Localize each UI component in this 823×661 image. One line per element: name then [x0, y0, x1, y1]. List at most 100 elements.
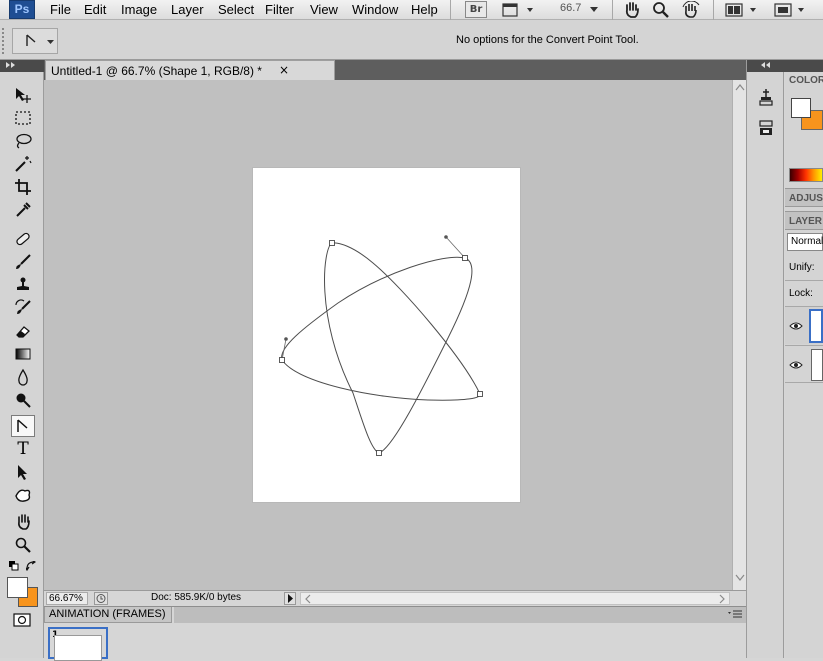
bridge-button[interactable]: Br	[465, 1, 487, 18]
eyedropper-tool[interactable]	[11, 199, 35, 221]
layer-row-shape[interactable]	[785, 306, 823, 344]
hand-tool[interactable]	[11, 511, 35, 533]
blur-tool[interactable]	[11, 366, 35, 388]
clone-stamp-tool[interactable]	[11, 274, 35, 296]
zoom-level-dropdown[interactable]: 66.7	[550, 1, 602, 18]
vertical-scrollbar[interactable]	[732, 80, 746, 590]
marquee-tool[interactable]	[11, 107, 35, 129]
menu-view[interactable]: View	[310, 2, 338, 17]
convert-point-icon	[17, 419, 28, 432]
custom-shape-icon	[15, 489, 31, 502]
menu-help[interactable]: Help	[411, 2, 438, 17]
screen-mode-button[interactable]	[773, 2, 809, 18]
chevron-up-icon	[735, 84, 745, 91]
type-tool[interactable]: T	[11, 438, 35, 460]
stamp-icon	[17, 277, 29, 290]
type-icon: T	[17, 439, 29, 459]
status-menu-button[interactable]	[284, 592, 296, 605]
convert-point-tool[interactable]	[11, 415, 35, 437]
menu-layer[interactable]: Layer	[171, 2, 204, 17]
panel-menu-icon[interactable]	[728, 610, 742, 620]
animation-frame[interactable]: 1	[48, 627, 108, 661]
magnifier-icon	[653, 2, 669, 18]
color-panel-tab[interactable]: COLOR	[789, 75, 823, 86]
actions-panel-button[interactable]	[755, 117, 777, 139]
options-bar: No options for the Convert Point Tool.	[0, 20, 823, 60]
collapse-dock-button[interactable]	[747, 60, 785, 72]
document-tab-bar: Untitled-1 @ 66.7% (Shape 1, RGB/8) * ×	[44, 60, 746, 80]
status-preview-button[interactable]	[94, 592, 108, 605]
path-selection-tool[interactable]	[11, 461, 35, 483]
options-message: No options for the Convert Point Tool.	[456, 34, 639, 46]
healing-brush-tool[interactable]	[11, 228, 35, 250]
blend-mode-value: Normal	[791, 236, 823, 247]
shape-path[interactable]	[253, 168, 520, 502]
arrange-documents-button[interactable]	[724, 2, 760, 18]
chevron-down-icon	[735, 574, 745, 581]
crop-tool[interactable]	[11, 176, 35, 198]
default-colors-button[interactable]	[9, 560, 19, 571]
quick-mask-button[interactable]	[13, 613, 31, 627]
adjustments-panel-tab[interactable]: ADJUS	[789, 193, 823, 204]
brush-tool[interactable]	[11, 251, 35, 273]
document-tab[interactable]: Untitled-1 @ 66.7% (Shape 1, RGB/8) * ×	[45, 60, 335, 80]
history-panel-button[interactable]	[755, 86, 777, 108]
eraser-icon	[16, 326, 30, 338]
blend-mode-dropdown[interactable]: Normal	[787, 233, 823, 251]
close-tab-button[interactable]: ×	[279, 63, 289, 77]
lasso-tool[interactable]	[11, 130, 35, 152]
hand-icon	[18, 514, 30, 530]
scroll-down-button[interactable]	[735, 574, 745, 584]
layers-panel-tab[interactable]: LAYER	[789, 216, 822, 227]
rotate-view-icon	[682, 0, 700, 18]
hand-tool-button[interactable]	[622, 1, 642, 19]
horizontal-scrollbar[interactable]	[300, 592, 730, 605]
toolbox-header[interactable]	[0, 60, 44, 72]
layer-row-background[interactable]	[785, 345, 823, 383]
view-extras-button[interactable]	[501, 2, 537, 18]
arrange-documents-icon	[725, 3, 756, 17]
document-canvas[interactable]	[253, 168, 520, 502]
panel-foreground-swatch[interactable]	[791, 98, 811, 118]
menu-file[interactable]: File	[50, 2, 71, 17]
play-icon	[288, 594, 293, 603]
menu-edit[interactable]: Edit	[84, 2, 106, 17]
clock-icon	[96, 594, 106, 603]
menu-window[interactable]: Window	[352, 2, 398, 17]
lock-label: Lock:	[789, 288, 813, 299]
zoom-tool[interactable]	[11, 534, 35, 556]
tool-preset-picker[interactable]	[12, 28, 58, 54]
zoom-tool-button[interactable]	[651, 1, 671, 19]
menu-image[interactable]: Image	[121, 2, 157, 17]
eraser-tool[interactable]	[11, 320, 35, 342]
scroll-up-button[interactable]	[735, 83, 745, 93]
crop-icon	[15, 179, 31, 195]
animation-panel-header	[174, 607, 746, 623]
color-ramp[interactable]	[789, 168, 823, 182]
magic-wand-tool[interactable]	[11, 153, 35, 175]
custom-shape-tool[interactable]	[11, 484, 35, 506]
divider	[785, 280, 823, 281]
collapsed-panels-dock	[746, 60, 785, 658]
foreground-color-swatch[interactable]	[7, 577, 28, 598]
move-tool[interactable]	[11, 84, 35, 106]
eye-icon[interactable]	[789, 360, 803, 370]
view-extras-icon	[502, 3, 533, 17]
dodge-tool[interactable]	[11, 389, 35, 411]
rotate-view-button[interactable]	[680, 0, 702, 19]
history-brush-tool[interactable]	[11, 297, 35, 319]
layer-thumbnail-background	[811, 349, 823, 381]
adjustments-tab-bar: ADJUS	[785, 188, 823, 207]
menu-filter[interactable]: Filter	[265, 2, 294, 17]
zoom-field[interactable]: 66.67%	[46, 592, 88, 605]
menu-select[interactable]: Select	[218, 2, 254, 17]
toolbox: T	[0, 60, 44, 658]
chevron-right-icon	[719, 594, 725, 604]
swap-colors-button[interactable]	[24, 559, 37, 572]
options-bar-grip[interactable]	[2, 28, 6, 54]
animation-panel-tab[interactable]: ANIMATION (FRAMES)	[44, 607, 172, 623]
move-icon	[16, 88, 31, 103]
gradient-tool[interactable]	[11, 343, 35, 365]
dodge-icon	[16, 393, 31, 408]
eye-icon[interactable]	[789, 321, 803, 331]
